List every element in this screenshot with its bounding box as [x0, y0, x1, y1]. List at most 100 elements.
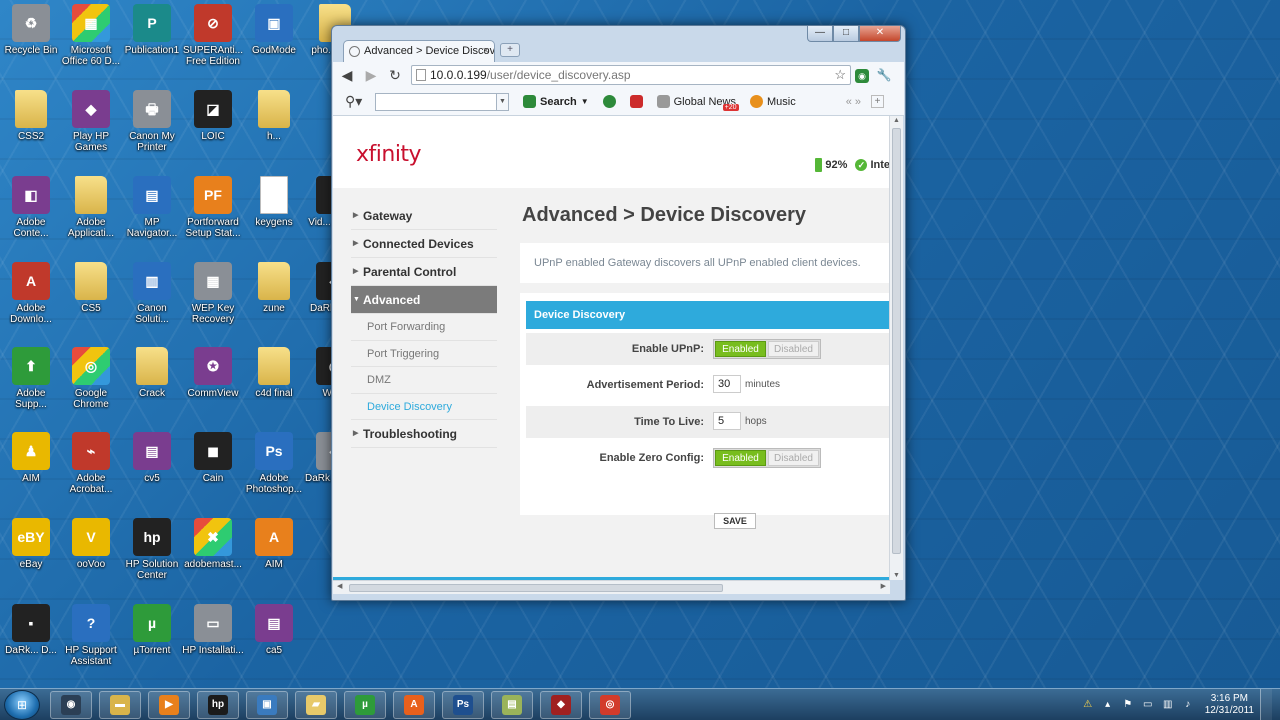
vertical-scroll-thumb[interactable]	[892, 128, 901, 554]
display-icon[interactable]: ▭	[1141, 698, 1155, 712]
forward-icon[interactable]: ▶	[361, 67, 381, 84]
maximize-button[interactable]: □	[833, 26, 859, 42]
desktop-icon[interactable]: ▥ Canon Soluti...	[121, 262, 183, 325]
xfinity-logo[interactable]: xfinity	[356, 142, 422, 167]
desktop-icon[interactable]: ▤ cv5	[121, 432, 183, 484]
nav-sub-port-triggering[interactable]: Port Triggering	[351, 341, 497, 367]
bookmark-music[interactable]: Music	[749, 95, 796, 108]
scroll-up-icon[interactable]: ▲	[893, 117, 900, 124]
taskbar-item-tool[interactable]: ◆	[540, 691, 582, 719]
desktop-icon[interactable]: ? HP Support Assistant	[60, 604, 122, 667]
flag-icon[interactable]: ⚑	[1121, 698, 1135, 712]
search-button[interactable]: Search ▼	[523, 95, 589, 108]
clock[interactable]: 3:16 PM 12/31/2011	[1205, 693, 1254, 717]
back-icon[interactable]: ◀	[337, 67, 357, 84]
desktop-icon[interactable]: ◎ Google Chrome	[60, 347, 122, 410]
desktop-icon[interactable]: ▤ ca5	[243, 604, 305, 656]
nav-item-advanced[interactable]: ▼ Advanced	[351, 286, 497, 314]
nav-item-connected-devices[interactable]: ▶ Connected Devices	[351, 230, 497, 258]
desktop-icon[interactable]: Ps Adobe Photoshop...	[243, 432, 305, 495]
taskbar-item-network[interactable]: ▣	[246, 691, 288, 719]
reload-icon[interactable]: ↻	[385, 67, 405, 84]
action-center-icon[interactable]: ⚠	[1081, 698, 1095, 712]
taskbar-item-aim[interactable]: A	[393, 691, 435, 719]
scroll-down-icon[interactable]: ▼	[893, 572, 900, 579]
taskbar-item-media-player[interactable]: ▶	[148, 691, 190, 719]
desktop-icon[interactable]: zune	[243, 262, 305, 314]
enable-zero-config-disabled-option[interactable]: Disabled	[768, 450, 819, 466]
taskbar-item-photoshop[interactable]: Ps	[442, 691, 484, 719]
desktop-icon[interactable]: ◆ Play HP Games	[60, 90, 122, 153]
desktop-icon[interactable]: keygens	[243, 176, 305, 228]
vertical-scrollbar[interactable]: ▲ ▼	[889, 116, 903, 580]
bookmarks-overflow-icon[interactable]: « »	[846, 96, 861, 108]
desktop-icon[interactable]: ⬆ Adobe Supp...	[0, 347, 62, 410]
save-button[interactable]: SAVE	[714, 513, 756, 529]
wrench-icon[interactable]: 🔧	[873, 68, 895, 82]
volume-icon[interactable]: ♪	[1181, 698, 1195, 712]
desktop-icon[interactable]: ▦ WEP Key Recovery	[182, 262, 244, 325]
scroll-left-icon[interactable]: ◀	[337, 582, 342, 590]
toolbar-search-input[interactable]	[375, 92, 497, 111]
desktop-icon[interactable]: CS5	[60, 262, 122, 314]
enable-upnp-toggle[interactable]: Enabled Disabled	[713, 339, 821, 359]
desktop-icon[interactable]: ✖ adobemast...	[182, 518, 244, 570]
nav-sub-device-discovery[interactable]: Device Discovery	[351, 394, 497, 420]
add-bookmark-icon[interactable]: +	[871, 95, 885, 108]
desktop-icon[interactable]: P Publication1	[121, 4, 183, 56]
desktop-icon[interactable]: PF Portforward Setup Stat...	[182, 176, 244, 239]
desktop-icon[interactable]: VooVoo	[60, 518, 122, 570]
taskbar-item-notepad[interactable]: ▤	[491, 691, 533, 719]
show-desktop-button[interactable]	[1260, 689, 1272, 720]
horizontal-scrollbar[interactable]: ◀ ▶	[333, 580, 890, 594]
enable-upnp-disabled-option[interactable]: Disabled	[768, 341, 819, 357]
minimize-button[interactable]: —	[807, 26, 833, 42]
desktop-icon[interactable]: eBY eBay	[0, 518, 62, 570]
nav-item-gateway[interactable]: ▶ Gateway	[351, 202, 497, 230]
desktop-icon[interactable]: ♻ Recycle Bin	[0, 4, 62, 56]
desktop-icon[interactable]: Crack	[121, 347, 183, 399]
start-button[interactable]: ⊞	[4, 690, 40, 720]
desktop-icon[interactable]: ▪ DaRk... D...	[0, 604, 62, 656]
desktop-icon[interactable]: A AIM	[243, 518, 305, 570]
chevron-down-icon[interactable]: ▼	[497, 92, 509, 111]
nav-sub-port-forwarding[interactable]: Port Forwarding	[351, 314, 497, 341]
time-to-live-input[interactable]: 5	[713, 412, 741, 430]
desktop-icon[interactable]: hp HP Solution Center	[121, 518, 183, 581]
scroll-right-icon[interactable]: ▶	[881, 582, 886, 590]
desktop-icon[interactable]: ◧ Adobe Conte...	[0, 176, 62, 239]
desktop-icon[interactable]: ▭ HP Installati...	[182, 604, 244, 656]
address-bar[interactable]: 10.0.0.199/user/device_discovery.asp ☆	[411, 65, 851, 85]
desktop-icon[interactable]: ♟ AIM	[0, 432, 62, 484]
desktop-icon[interactable]: A Adobe Downlo...	[0, 262, 62, 325]
network-icon[interactable]: ▥	[1161, 698, 1175, 712]
extension-icon[interactable]: ◉	[851, 68, 873, 83]
close-button[interactable]: ✕	[859, 26, 901, 42]
taskbar-item-sticky-folder[interactable]: ▰	[295, 691, 337, 719]
enable-zero-config-enabled-option[interactable]: Enabled	[715, 450, 766, 466]
taskbar-item-chrome[interactable]: ◎	[589, 691, 631, 719]
enable-zero-config-toggle[interactable]: Enabled Disabled	[713, 448, 821, 468]
nav-item-troubleshooting[interactable]: ▶ Troubleshooting	[351, 420, 497, 448]
nav-item-parental-control[interactable]: ▶ Parental Control	[351, 258, 497, 286]
taskbar-item-hp[interactable]: hp	[197, 691, 239, 719]
desktop-icon[interactable]: CSS2	[0, 90, 62, 142]
desktop-icon[interactable]: 🖶 Canon My Printer	[121, 90, 183, 153]
taskbar-item-explorer[interactable]: ▬	[99, 691, 141, 719]
desktop-icon[interactable]: h...	[243, 90, 305, 142]
desktop-icon[interactable]: ▦ Microsoft Office 60 D...	[60, 4, 122, 67]
nav-sub-dmz[interactable]: DMZ	[351, 367, 497, 394]
desktop-icon[interactable]: ⊘ SUPERAnti... Free Edition	[182, 4, 244, 67]
desktop-icon[interactable]: Adobe Applicati...	[60, 176, 122, 239]
bookmark-global-news[interactable]: Global News +20	[656, 95, 739, 111]
bookmark-star-icon[interactable]: ☆	[834, 66, 846, 84]
enable-upnp-enabled-option[interactable]: Enabled	[715, 341, 766, 357]
desktop-icon[interactable]: ◼ Cain	[182, 432, 244, 484]
search-icon[interactable]: ⚲▾	[345, 93, 375, 110]
tab-close-icon[interactable]: ×	[483, 45, 489, 57]
horizontal-scroll-thumb[interactable]	[349, 584, 723, 592]
desktop-icon[interactable]: c4d final	[243, 347, 305, 399]
taskbar-item-utorrent[interactable]: µ	[344, 691, 386, 719]
desktop-icon[interactable]: ▤ MP Navigator...	[121, 176, 183, 239]
desktop-icon[interactable]: µ µTorrent	[121, 604, 183, 656]
